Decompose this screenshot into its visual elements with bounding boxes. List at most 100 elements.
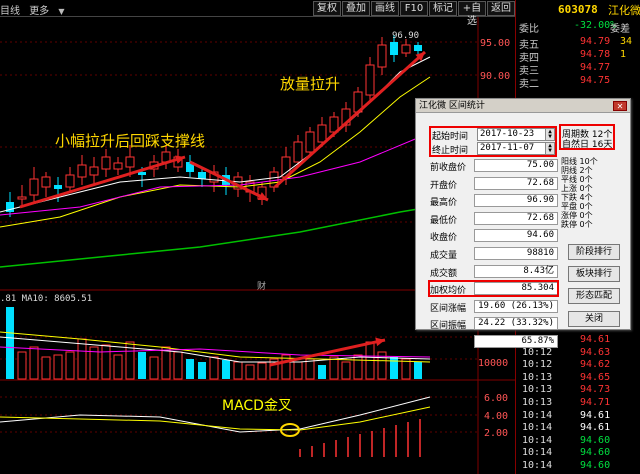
tick-time: 10:12 xyxy=(522,346,553,358)
ask-volume: 34 xyxy=(620,36,633,47)
sector-rank-button[interactable]: 板块排行 xyxy=(568,266,620,282)
candle-body xyxy=(390,42,398,55)
mark-button[interactable]: 标记 xyxy=(429,1,457,16)
candle-stat: 阳线 10个 xyxy=(561,157,598,166)
candle-body xyxy=(17,196,27,200)
candle-body xyxy=(41,176,51,188)
stat-label: 最高价 xyxy=(430,198,458,209)
candle-stat: 平盘 0个 xyxy=(561,202,593,211)
overlay-button[interactable]: 叠加 xyxy=(342,1,370,16)
stat-value: 94.60 xyxy=(474,229,558,243)
volume-bar xyxy=(149,356,159,380)
back-button[interactable]: 返回 xyxy=(487,1,515,16)
tick-row: 10:12 94.62 xyxy=(516,359,640,372)
candle-body xyxy=(377,44,387,68)
stage-rank-button[interactable]: 阶段排行 xyxy=(568,244,620,260)
ask-level-label: 卖二 xyxy=(519,79,539,90)
period-menu[interactable]: 目线 xyxy=(0,6,20,17)
stat-label: 区间振幅 xyxy=(430,321,467,332)
natural-days: 自然日 16天 xyxy=(562,137,612,150)
tick-row: 10:14 94.60 xyxy=(516,435,640,448)
volume-bar xyxy=(401,358,411,380)
candle-body xyxy=(77,164,87,178)
f10-button[interactable]: F10 xyxy=(400,1,428,16)
start-date-value: 2017-10-23 xyxy=(480,129,535,139)
draw-button[interactable]: 画线 xyxy=(371,1,399,16)
start-date-input[interactable]: 2017-10-23 ▲ ▼ xyxy=(477,128,555,141)
stat-value: 72.68 xyxy=(474,211,558,225)
stat-label: 开盘价 xyxy=(430,180,458,191)
volume-bar xyxy=(293,361,303,380)
stat-row: 区间振幅 24.22 (33.32%) xyxy=(430,317,558,332)
volume-bar xyxy=(113,354,123,380)
tick-row: 10:14 94.60 xyxy=(516,447,640,460)
stat-value: 98810 xyxy=(474,247,558,260)
volume-bar xyxy=(41,356,51,380)
volume-bar xyxy=(17,351,27,380)
spinner-icon[interactable]: ▲ ▼ xyxy=(545,129,554,140)
tick-row: 10:14 94.61 xyxy=(516,422,640,435)
natural-label: 自然日 xyxy=(562,140,590,150)
stat-value: 8.43亿 xyxy=(474,264,558,278)
volume-bar xyxy=(353,354,363,380)
more-menu[interactable]: 更多 xyxy=(29,6,49,17)
candle-body xyxy=(54,185,62,189)
candle-body xyxy=(414,45,422,51)
candle-body xyxy=(125,156,135,168)
tick-row: 10:12 94.63 xyxy=(516,347,640,360)
ask-book: 卖五 94.79 34 卖四 94.78 1 卖三 94.77 卖二 94.75 xyxy=(516,36,640,90)
volume-bar xyxy=(198,362,206,379)
stock-code: 603078 xyxy=(558,3,598,16)
candle-body xyxy=(138,172,146,175)
start-time-label: 起始时间 xyxy=(432,132,469,142)
candle-body xyxy=(293,141,303,163)
pattern-match-button[interactable]: 形态匹配 xyxy=(568,288,620,304)
tick-price: 94.62 xyxy=(580,359,611,371)
tick-time: 10:14 xyxy=(522,422,553,434)
stat-value: 75.00 xyxy=(474,159,558,172)
adjust-button[interactable]: 复权 xyxy=(313,1,341,16)
candle-body xyxy=(65,174,75,188)
volume-bar xyxy=(6,307,14,379)
candle-stat: 阴线 2个 xyxy=(561,166,593,175)
volume-bar xyxy=(390,357,398,379)
close-icon[interactable]: ✕ xyxy=(613,101,627,111)
volume-bar xyxy=(186,359,194,379)
close-button[interactable]: 关闭 xyxy=(568,311,620,327)
chart-toolbar: 目线 更多 ▼ 复权 叠加 画线 F10 标记 +自选 返回 xyxy=(0,0,515,27)
tick-time: 10:14 xyxy=(522,459,553,471)
ask-row[interactable]: 卖四 94.78 1 xyxy=(516,49,640,64)
add-watchlist-button[interactable]: +自选 xyxy=(458,1,486,27)
volume-bar xyxy=(209,356,219,380)
tick-row: 10:14 94.61 xyxy=(516,410,640,423)
end-date-input[interactable]: 2017-11-07 ▲ ▼ xyxy=(477,142,555,155)
dialog-title: 江化微 区间统计 xyxy=(416,99,630,113)
ask-row[interactable]: 卖二 94.75 xyxy=(516,75,640,90)
stat-row: 开盘价 72.68 xyxy=(430,176,558,191)
end-time-label: 终止时间 xyxy=(432,146,469,156)
candle-body xyxy=(365,64,375,96)
natural-value: 16天 xyxy=(591,140,613,150)
candle-body xyxy=(89,166,99,176)
tick-time: 10:14 xyxy=(522,434,553,446)
volume-bar xyxy=(173,351,183,380)
dropdown-icon[interactable]: ▼ xyxy=(58,7,64,16)
tick-price: 94.61 xyxy=(580,409,611,421)
volume-bar xyxy=(65,351,75,380)
spinner-icon[interactable]: ▲ ▼ xyxy=(545,143,554,154)
ask-price: 94.78 xyxy=(580,49,611,60)
stock-terminal: 目线 更多 ▼ 复权 叠加 画线 F10 标记 +自选 返回 95.00 90.… xyxy=(0,0,640,474)
candle-body xyxy=(101,156,111,170)
end-date-value: 2017-11-07 xyxy=(480,143,535,153)
interval-gain-highlight xyxy=(428,280,559,297)
candle-body xyxy=(401,44,411,54)
macd-axis-label: 4.00 xyxy=(484,411,509,422)
stock-name: 江化微 xyxy=(608,4,640,17)
stat-label: 前收盘价 xyxy=(430,163,467,173)
stat-row: 成交量 98810 xyxy=(430,247,558,261)
ask-row[interactable]: 卖三 94.77 xyxy=(516,62,640,77)
ask-row[interactable]: 卖五 94.79 34 xyxy=(516,36,640,51)
tick-list: 10:1294.6110:1294.6310:1294.6210:1394.65… xyxy=(516,334,640,473)
candle-body xyxy=(29,178,39,196)
stat-label: 区间涨幅 xyxy=(430,303,467,314)
